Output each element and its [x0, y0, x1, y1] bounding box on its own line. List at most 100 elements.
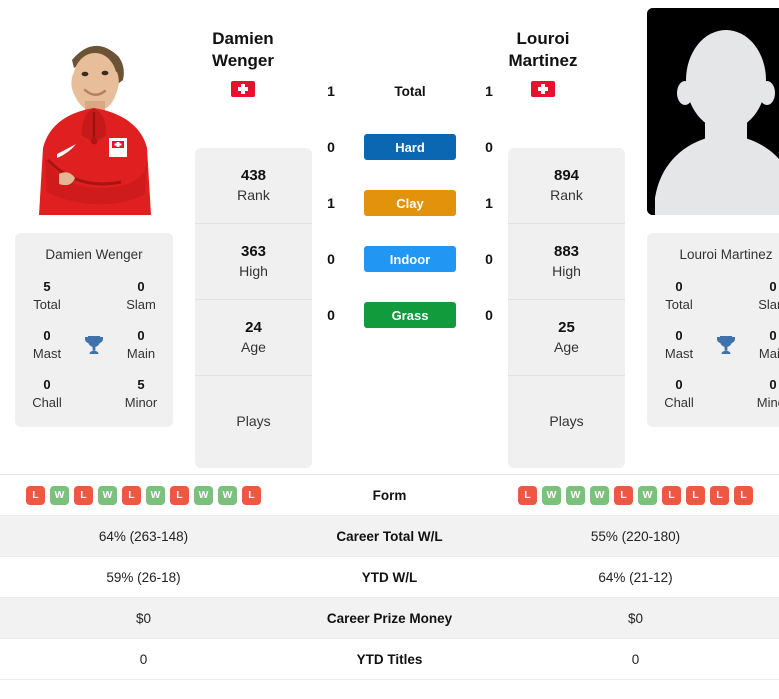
left-player-header[interactable]: Damien Wenger: [178, 28, 308, 97]
left-titles-main-label: Main: [126, 345, 156, 361]
right-age-label: Age: [554, 339, 579, 356]
right-titles-total: 0 Total: [653, 278, 705, 313]
right-grass-wins: 0: [485, 307, 493, 323]
row-label-ytd-wl: YTD W/L: [361, 569, 418, 585]
right-titles-chall: 0 Chall: [653, 376, 705, 411]
left-player-column: Damien Wenger 5 Total 0 Slam 0 Mast 0 Ma…: [15, 8, 173, 474]
left-rank-label: Rank: [237, 187, 270, 204]
right-titles-minor: 0 Minor: [747, 376, 779, 411]
left-titles-mast-value: 0: [43, 328, 51, 344]
right-titles-total-value: 0: [675, 279, 683, 294]
left-player-photo: [15, 8, 173, 215]
left-grass-wins: 0: [327, 307, 335, 323]
form-badge-l[interactable]: L: [242, 485, 261, 505]
surface-row-hard: 0 Hard 0: [312, 119, 508, 175]
right-ytd-wl: 64% (21-12): [598, 569, 673, 585]
table-row: 64% (263-148) Career Total W/L 55% (220-…: [0, 516, 779, 557]
right-player-photo: [647, 8, 779, 215]
surface-row-clay: 1 Clay 1: [312, 175, 508, 231]
right-prize-money: $0: [627, 610, 644, 626]
row-label-prize-money: Career Prize Money: [326, 610, 453, 626]
left-career-wl: 64% (263-148): [98, 528, 189, 544]
left-indoor-wins: 0: [327, 251, 335, 267]
surface-label-hard: Hard: [364, 134, 456, 160]
left-titles-total-label: Total: [33, 296, 61, 312]
form-badge-w[interactable]: W: [566, 485, 585, 505]
left-clay-wins: 1: [327, 195, 335, 211]
left-age-value: 24: [245, 319, 262, 337]
left-titles-minor-value: 5: [137, 377, 145, 393]
right-player-stats-column: 894 Rank 883 High 25 Age Plays: [508, 148, 625, 468]
form-badge-l[interactable]: L: [518, 485, 537, 505]
left-high-value: 363: [240, 243, 267, 261]
left-titles-mast-label: Mast: [32, 345, 62, 361]
form-badge-l[interactable]: L: [734, 485, 753, 505]
row-label-ytd-titles: YTD Titles: [356, 651, 423, 667]
left-age-label: Age: [241, 339, 266, 356]
left-ytd-wl: 59% (26-18): [106, 569, 181, 585]
right-titles-total-label: Total: [665, 296, 693, 312]
trophy-icon: [73, 333, 115, 357]
table-row: $0 Career Prize Money $0: [0, 598, 779, 639]
left-titles-minor: 5 Minor: [115, 376, 167, 411]
right-high-label: High: [552, 263, 581, 280]
form-badge-w[interactable]: W: [98, 485, 117, 505]
right-titles-slam: 0 Slam: [747, 278, 779, 313]
row-label-form: Form: [372, 487, 407, 503]
right-age-cell: 25 Age: [508, 300, 625, 376]
form-badge-l[interactable]: L: [170, 485, 189, 505]
comparison-header: Damien Wenger 5 Total 0 Slam 0 Mast 0 Ma…: [0, 0, 779, 474]
form-badge-l[interactable]: L: [686, 485, 705, 505]
form-badge-w[interactable]: W: [638, 485, 657, 505]
right-player-header[interactable]: Louroi Martinez: [478, 28, 608, 97]
right-titles-slam-label: Slam: [758, 296, 779, 312]
left-high-cell: 363 High: [195, 224, 312, 300]
form-badge-w[interactable]: W: [146, 485, 165, 505]
left-titles-grid: 5 Total 0 Slam 0 Mast 0 Main 0 Chall 5 M…: [21, 278, 167, 411]
right-titles-chall-value: 0: [675, 377, 683, 393]
left-titles-mast: 0 Mast: [21, 327, 73, 362]
right-clay-wins: 1: [485, 195, 493, 211]
form-badge-l[interactable]: L: [662, 485, 681, 505]
form-badge-w[interactable]: W: [194, 485, 213, 505]
left-titles-main-value: 0: [137, 328, 145, 344]
form-badge-l[interactable]: L: [710, 485, 729, 505]
left-age-cell: 24 Age: [195, 300, 312, 376]
swiss-flag-icon: [531, 80, 555, 97]
trophy-icon-glyph: [85, 335, 103, 354]
right-rank-cell: 894 Rank: [508, 148, 625, 224]
form-badge-l[interactable]: L: [74, 485, 93, 505]
left-ytd-titles: 0: [139, 651, 148, 667]
left-titles-slam-value: 0: [137, 279, 145, 294]
left-rank-value: 438: [240, 167, 267, 185]
form-badge-l[interactable]: L: [122, 485, 141, 505]
table-row: LWLWLWLWWL Form LWWWLWLLLL: [0, 475, 779, 516]
right-hard-wins: 0: [485, 139, 493, 155]
right-rank-label: Rank: [550, 187, 583, 204]
form-badge-w[interactable]: W: [50, 485, 69, 505]
left-titles-slam-label: Slam: [126, 296, 156, 312]
right-form-badges: LWWWLWLLLL: [492, 485, 779, 505]
trophy-icon: [705, 333, 747, 357]
left-player-name-label: Damien Wenger: [45, 247, 143, 262]
left-player-titles-card: Damien Wenger 5 Total 0 Slam 0 Mast 0 Ma…: [15, 233, 173, 428]
right-high-value: 883: [553, 243, 580, 261]
right-player-last-name: Martinez: [508, 50, 578, 70]
left-player-first-name: Damien: [212, 29, 274, 48]
form-badge-l[interactable]: L: [26, 485, 45, 505]
form-badge-w[interactable]: W: [590, 485, 609, 505]
right-titles-minor-value: 0: [769, 377, 777, 393]
form-badge-l[interactable]: L: [614, 485, 633, 505]
form-badge-w[interactable]: W: [542, 485, 561, 505]
player-comparison-page: Damien Wenger 5 Total 0 Slam 0 Mast 0 Ma…: [0, 0, 779, 699]
comparison-stats-table: LWLWLWLWWL Form LWWWLWLLLL 64% (263-148)…: [0, 474, 779, 680]
left-titles-minor-label: Minor: [124, 394, 158, 410]
surface-label-indoor: Indoor: [364, 246, 456, 272]
left-prize-money: $0: [135, 610, 152, 626]
right-player-first-name: Louroi: [516, 29, 570, 48]
row-label-career-wl: Career Total W/L: [336, 528, 443, 544]
right-high-cell: 883 High: [508, 224, 625, 300]
right-form-cell: LWWWLWLLLL: [492, 485, 779, 505]
form-badge-w[interactable]: W: [218, 485, 237, 505]
surface-row-indoor: 0 Indoor 0: [312, 231, 508, 287]
